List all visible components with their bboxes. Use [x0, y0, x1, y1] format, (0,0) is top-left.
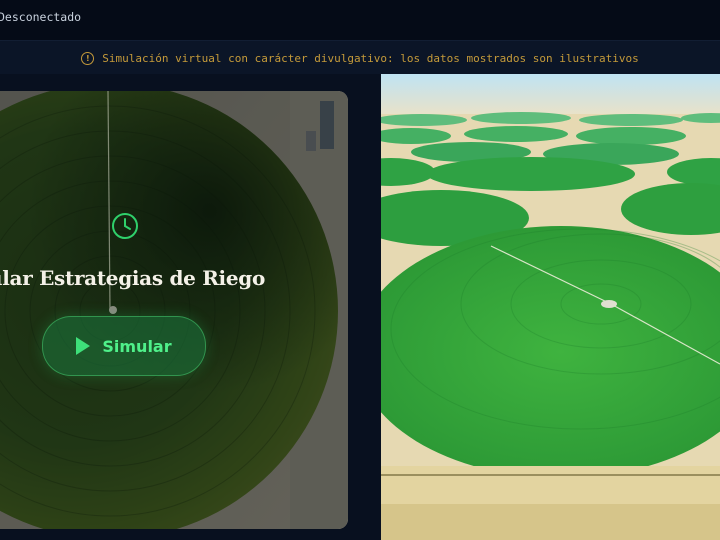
info-circle-icon: ! [81, 51, 95, 65]
simulation-card[interactable] [0, 91, 348, 529]
simulate-button-label: Simular [102, 336, 172, 356]
disclaimer-banner: ! Simulación virtual con carácter divulg… [0, 40, 720, 75]
disclaimer-text: Simulación virtual con carácter divulgat… [102, 51, 639, 65]
top-bar: Desconectado [0, 0, 720, 40]
pivot-field-aerial-image [0, 91, 348, 529]
clock-icon [110, 211, 140, 241]
desert-pivot-fields-image [381, 74, 720, 540]
play-icon [76, 337, 91, 355]
main-content: ular Estrategias de Riego Simular [0, 74, 720, 540]
pivot-fields-photo [381, 74, 720, 540]
connection-status: Desconectado [0, 10, 82, 24]
card-title: ular Estrategias de Riego [0, 266, 266, 290]
simulate-button[interactable]: Simular [42, 316, 206, 376]
